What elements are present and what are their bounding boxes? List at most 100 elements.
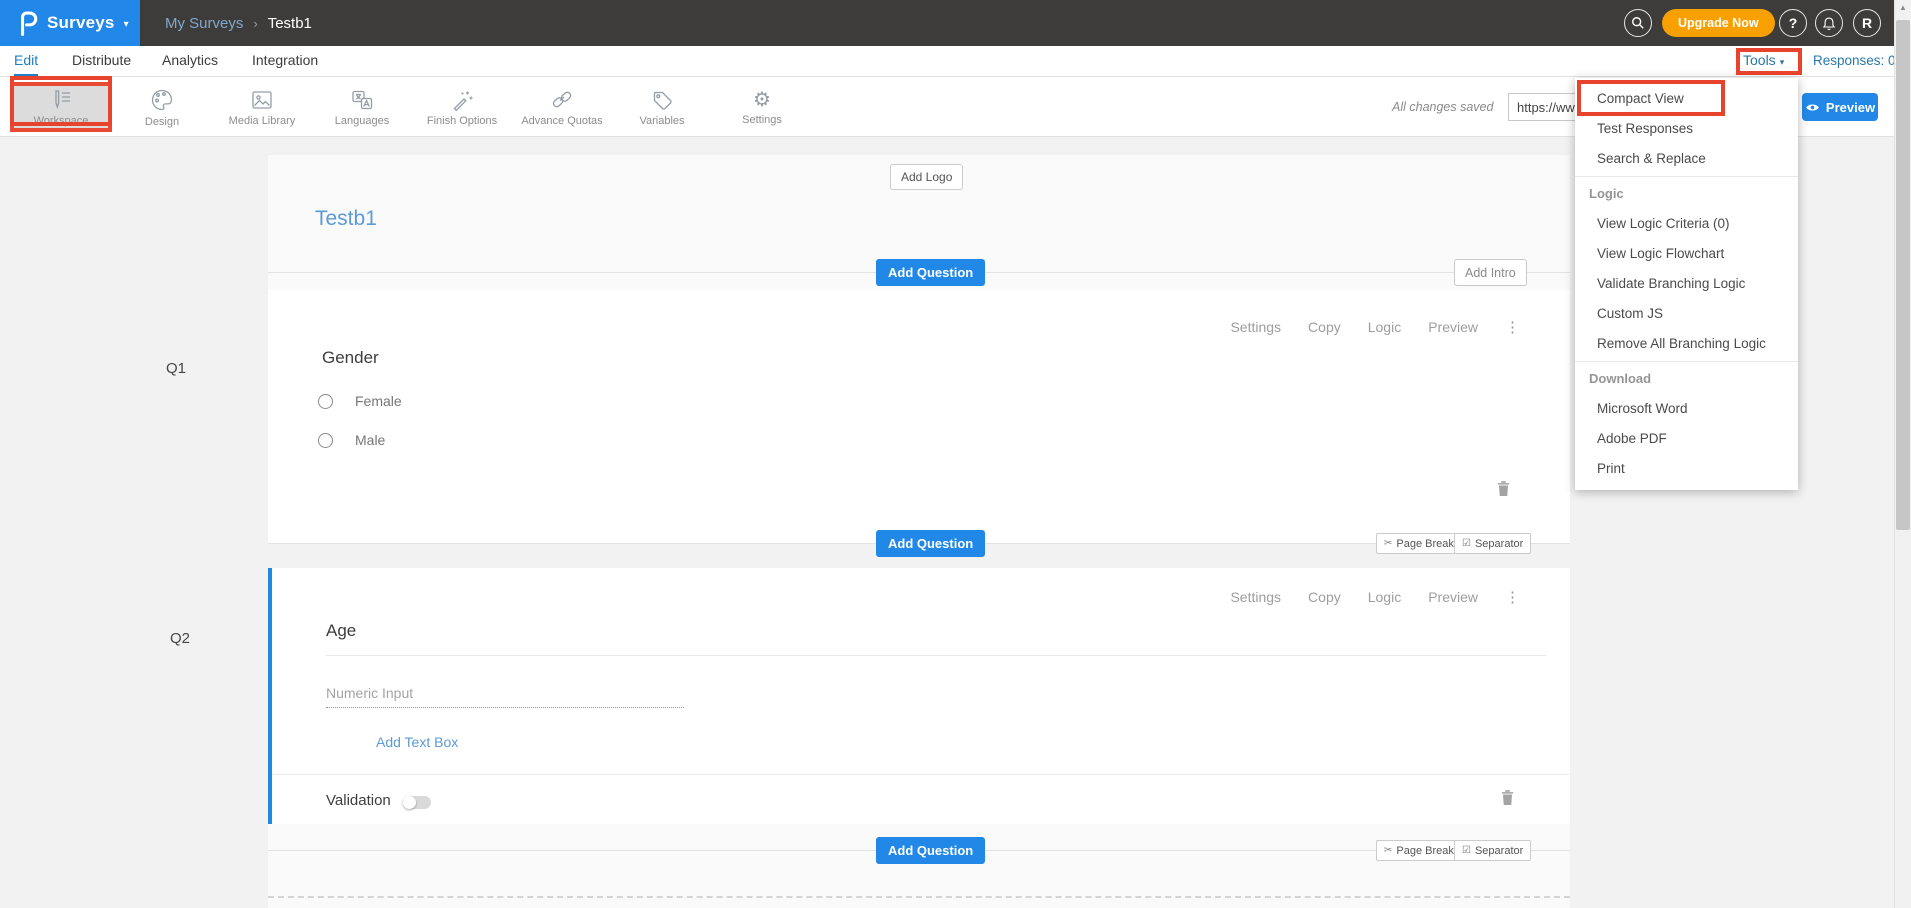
trash-icon (1500, 789, 1515, 806)
question-actions-q2: Settings Copy Logic Preview ⋮ (1230, 588, 1520, 606)
menu-item-view-logic-flowchart[interactable]: View Logic Flowchart (1575, 239, 1798, 269)
toolbar-item-workspace[interactable]: Workspace (10, 82, 112, 132)
menu-item-search-replace[interactable]: Search & Replace (1575, 144, 1798, 174)
add-text-box-link[interactable]: Add Text Box (376, 734, 458, 750)
page-break-button[interactable]: ✂ Page Break (1376, 533, 1462, 554)
breadcrumb-current-survey: Testb1 (268, 15, 312, 32)
main-nav: Edit Distribute Analytics Integration To… (0, 46, 1911, 77)
menu-divider (1575, 361, 1798, 362)
search-button[interactable] (1624, 9, 1652, 37)
menu-item-remove-all-branching-logic[interactable]: Remove All Branching Logic (1575, 329, 1798, 359)
scissors-icon: ✂ (1384, 845, 1392, 856)
chevron-down-icon: ▾ (124, 19, 129, 30)
question-title-q2[interactable]: Age (326, 621, 356, 641)
answer-option-male[interactable]: Male (318, 432, 385, 448)
menu-divider (1575, 176, 1798, 177)
card-divider (272, 774, 1570, 775)
survey-header-section: Add Logo Testb1 Add Question Add Intro (268, 155, 1570, 290)
question-card-q1[interactable]: Settings Copy Logic Preview ⋮ Gender Fem… (268, 290, 1570, 543)
responses-count[interactable]: Responses: 0 (1813, 46, 1896, 76)
question-preview-link[interactable]: Preview (1428, 589, 1478, 605)
preview-button[interactable]: Preview (1802, 93, 1878, 121)
menu-item-view-logic-criteria[interactable]: View Logic Criteria (0) (1575, 209, 1798, 239)
validation-label: Validation (326, 792, 391, 809)
answer-option-female[interactable]: Female (318, 393, 402, 409)
radio-button-icon[interactable] (318, 394, 333, 409)
upgrade-now-button[interactable]: Upgrade Now (1662, 9, 1775, 37)
top-bar: Surveys ▾ My Surveys › Testb1 Upgrade No… (0, 0, 1911, 46)
survey-builder-app: Surveys ▾ My Surveys › Testb1 Upgrade No… (0, 0, 1911, 908)
tools-menu-button[interactable]: Tools▾ (1743, 46, 1784, 76)
validation-toggle[interactable] (404, 796, 431, 809)
question-preview-link[interactable]: Preview (1428, 319, 1478, 335)
toggle-knob[interactable] (403, 796, 416, 809)
separator-button[interactable]: ☑ Separator (1454, 840, 1531, 861)
add-intro-button[interactable]: Add Intro (1454, 259, 1527, 286)
workspace-icon (48, 88, 74, 112)
title-underline (326, 655, 1546, 656)
add-question-button-2[interactable]: Add Question (876, 530, 985, 557)
question-logic-link[interactable]: Logic (1368, 319, 1401, 335)
question-title-q1[interactable]: Gender (322, 348, 379, 368)
toolbar-item-advance-quotas[interactable]: Advance Quotas (512, 82, 612, 132)
menu-item-adobe-pdf[interactable]: Adobe PDF (1575, 424, 1798, 454)
tab-integration[interactable]: Integration (252, 46, 318, 76)
radio-button-icon[interactable] (318, 433, 333, 448)
toolbar-item-settings[interactable]: ⚙ Settings (712, 82, 812, 132)
scroll-up-arrow[interactable]: ▲ (1895, 3, 1911, 12)
tab-distribute[interactable]: Distribute (72, 46, 131, 76)
add-question-button-1[interactable]: Add Question (876, 259, 985, 286)
delete-question-q1-button[interactable] (1496, 480, 1511, 502)
question-number-q1: Q1 (166, 360, 186, 377)
question-settings-link[interactable]: Settings (1230, 589, 1281, 605)
breadcrumb-my-surveys[interactable]: My Surveys (165, 15, 243, 32)
question-copy-link[interactable]: Copy (1308, 589, 1341, 605)
proprofs-logo-icon (18, 10, 38, 37)
toolbar-item-media-library[interactable]: Media Library (212, 82, 312, 132)
menu-item-validate-branching-logic[interactable]: Validate Branching Logic (1575, 269, 1798, 299)
save-status-text: All changes saved (1392, 77, 1493, 137)
delete-question-q2-button[interactable] (1500, 789, 1515, 811)
tab-analytics[interactable]: Analytics (162, 46, 218, 76)
toolbar-item-variables[interactable]: Variables (612, 82, 712, 132)
more-options-icon[interactable]: ⋮ (1505, 588, 1520, 606)
question-copy-link[interactable]: Copy (1308, 319, 1341, 335)
next-section-dashed-border (268, 896, 1570, 898)
menu-item-test-responses[interactable]: Test Responses (1575, 114, 1798, 144)
separator-button[interactable]: ☑ Separator (1454, 533, 1531, 554)
question-mark-icon: ? (1789, 15, 1798, 31)
tag-icon (649, 88, 675, 112)
scrollbar-thumb[interactable] (1896, 20, 1910, 530)
toolbar-item-design[interactable]: Design (112, 82, 212, 132)
toolbar-item-finish-options[interactable]: Finish Options (412, 82, 512, 132)
numeric-answer-input[interactable] (326, 678, 684, 708)
palette-icon (149, 87, 175, 113)
checkbox-icon: ☑ (1462, 538, 1471, 549)
image-icon (249, 88, 275, 112)
question-actions-q1: Settings Copy Logic Preview ⋮ (1230, 318, 1520, 336)
question-card-q2[interactable]: Settings Copy Logic Preview ⋮ Age Add Te… (268, 568, 1570, 824)
toolbar-item-languages[interactable]: Languages (312, 82, 412, 132)
product-name: Surveys (47, 13, 115, 33)
trash-icon (1496, 480, 1511, 497)
menu-item-print[interactable]: Print (1575, 454, 1798, 484)
question-settings-link[interactable]: Settings (1230, 319, 1281, 335)
user-avatar[interactable]: R (1853, 9, 1881, 37)
help-button[interactable]: ? (1779, 9, 1807, 37)
product-switcher[interactable]: Surveys ▾ (0, 0, 140, 46)
menu-item-compact-view[interactable]: Compact View (1575, 84, 1798, 114)
tools-dropdown-menu: Compact View Test Responses Search & Rep… (1575, 78, 1798, 490)
tab-edit[interactable]: Edit (14, 46, 38, 76)
page-break-button[interactable]: ✂ Page Break (1376, 840, 1462, 861)
more-options-icon[interactable]: ⋮ (1505, 318, 1520, 336)
survey-title[interactable]: Testb1 (315, 207, 377, 231)
notifications-button[interactable] (1815, 9, 1843, 37)
menu-item-custom-js[interactable]: Custom JS (1575, 299, 1798, 329)
question-logic-link[interactable]: Logic (1368, 589, 1401, 605)
menu-item-microsoft-word[interactable]: Microsoft Word (1575, 394, 1798, 424)
vertical-scrollbar: ▲ (1894, 0, 1911, 908)
add-logo-button[interactable]: Add Logo (890, 164, 963, 190)
add-question-button-3[interactable]: Add Question (876, 837, 985, 864)
translate-icon (349, 88, 375, 112)
bell-icon (1822, 16, 1836, 31)
